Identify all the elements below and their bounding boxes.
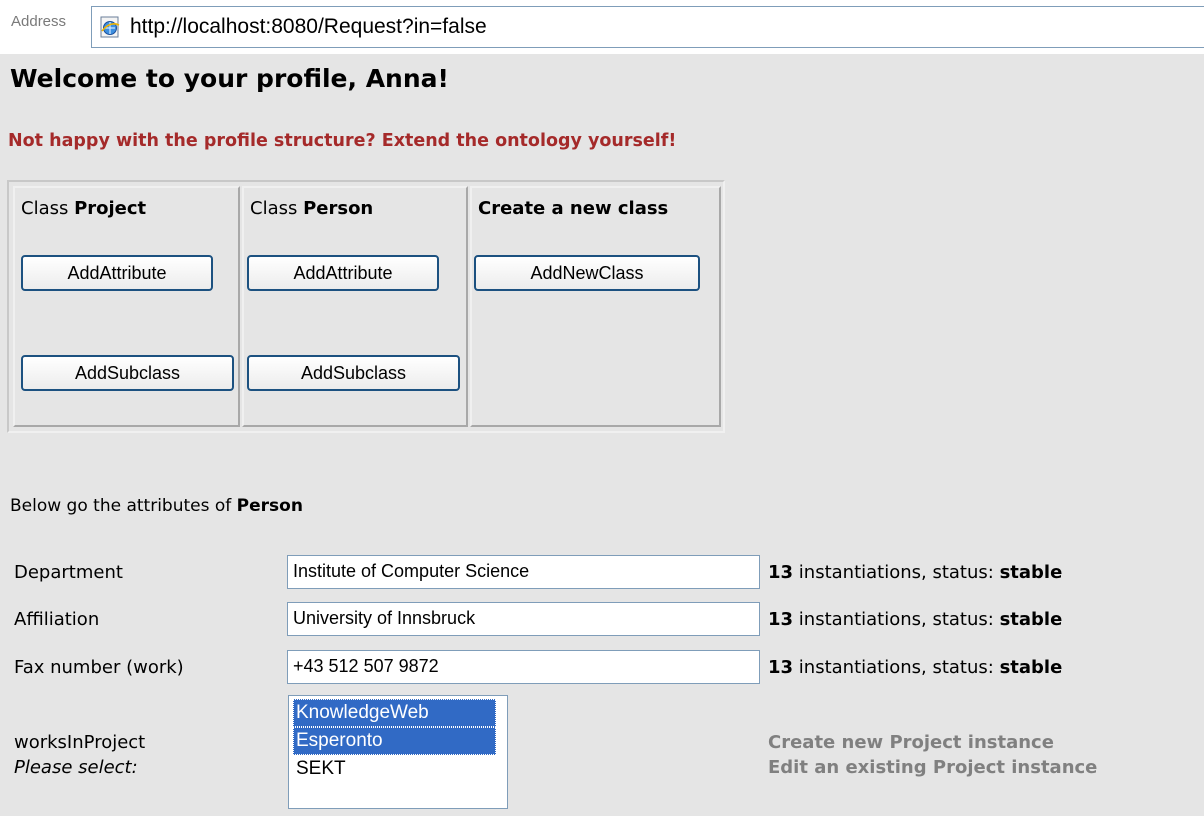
attributes-intro: Below go the attributes of Person bbox=[10, 496, 303, 516]
status-text: instantiations, status: bbox=[793, 609, 1000, 630]
department-label: Department bbox=[14, 562, 123, 583]
instantiation-count: 13 bbox=[768, 562, 794, 583]
create-class-cell: Create a new class AddNewClass bbox=[470, 186, 721, 427]
status-value: stable bbox=[999, 657, 1063, 678]
affiliation-label: Affiliation bbox=[14, 609, 100, 630]
intro-text: Below go the attributes of bbox=[10, 496, 237, 516]
department-field[interactable]: Institute of Computer Science bbox=[287, 555, 760, 589]
edit-project-instance-link[interactable]: Edit an existing Project instance bbox=[768, 757, 1097, 778]
status-text: instantiations, status: bbox=[793, 657, 1000, 678]
status-value: stable bbox=[999, 609, 1063, 630]
status-text: instantiations, status: bbox=[793, 562, 1000, 583]
extend-ontology-promo: Not happy with the profile structure? Ex… bbox=[8, 131, 677, 151]
instantiation-count: 13 bbox=[768, 609, 794, 630]
address-label: Address bbox=[11, 13, 67, 30]
project-add-subclass-button[interactable]: AddSubclass bbox=[21, 355, 234, 391]
create-class-heading: Create a new class bbox=[478, 198, 668, 219]
class-name: Project bbox=[74, 198, 147, 219]
project-option-sekt[interactable]: SEKT bbox=[293, 755, 496, 783]
project-option-esperonto[interactable]: Esperonto bbox=[293, 727, 496, 755]
intro-class-name: Person bbox=[236, 496, 303, 516]
address-bar: Address http://localhost:8080/Request?in… bbox=[0, 0, 1204, 54]
department-status: 13 instantiations, status: stable bbox=[768, 562, 1062, 583]
class-project-heading: Class Project bbox=[21, 198, 146, 219]
affiliation-status: 13 instantiations, status: stable bbox=[768, 609, 1062, 630]
project-listbox[interactable]: KnowledgeWeb Esperonto SEKT bbox=[288, 695, 508, 809]
class-prefix: Class bbox=[250, 198, 304, 219]
class-person-cell: Class Person AddAttribute AddSubclass bbox=[242, 186, 468, 427]
class-project-cell: Class Project AddAttribute AddSubclass bbox=[13, 186, 240, 427]
project-add-attribute-button[interactable]: AddAttribute bbox=[21, 255, 213, 291]
works-in-project-label: worksInProject bbox=[14, 732, 146, 753]
address-field[interactable]: http://localhost:8080/Request?in=false bbox=[91, 6, 1204, 48]
person-add-subclass-button[interactable]: AddSubclass bbox=[247, 355, 460, 391]
affiliation-field[interactable]: University of Innsbruck bbox=[287, 602, 760, 636]
person-add-attribute-button[interactable]: AddAttribute bbox=[247, 255, 439, 291]
fax-field[interactable]: +43 512 507 9872 bbox=[287, 650, 760, 684]
class-prefix: Class bbox=[21, 198, 75, 219]
class-person-heading: Class Person bbox=[250, 198, 373, 219]
please-select-hint: Please select: bbox=[14, 757, 138, 778]
ie-page-icon bbox=[100, 16, 120, 38]
project-option-knowledgeweb[interactable]: KnowledgeWeb bbox=[293, 699, 496, 727]
status-value: stable bbox=[999, 562, 1063, 583]
instantiation-count: 13 bbox=[768, 657, 794, 678]
class-name: Person bbox=[303, 198, 374, 219]
create-class-label: Create a new class bbox=[478, 198, 669, 219]
page-title: Welcome to your profile, Anna! bbox=[10, 64, 449, 93]
fax-label: Fax number (work) bbox=[14, 657, 184, 678]
class-table: Class Project AddAttribute AddSubclass C… bbox=[7, 180, 725, 433]
add-new-class-button[interactable]: AddNewClass bbox=[474, 255, 700, 291]
address-url[interactable]: http://localhost:8080/Request?in=false bbox=[130, 15, 487, 39]
create-project-instance-link[interactable]: Create new Project instance bbox=[768, 732, 1054, 753]
fax-status: 13 instantiations, status: stable bbox=[768, 657, 1062, 678]
